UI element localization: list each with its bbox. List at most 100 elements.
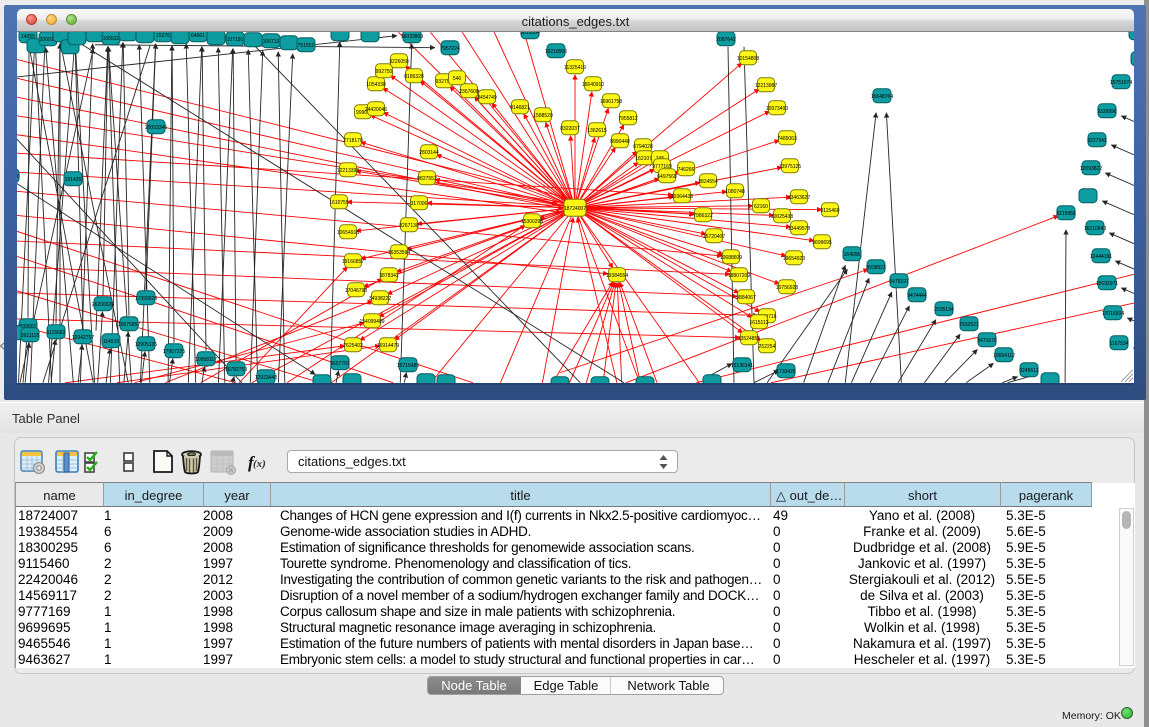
svg-text:992750: 992750 [376,69,393,75]
svg-text:1615112: 1615112 [749,320,768,326]
svg-text:34938222: 34938222 [369,296,391,302]
svg-text:1733426: 1733426 [776,369,796,375]
svg-text:7986322: 7986322 [693,213,713,219]
svg-text:64661: 64661 [191,33,205,39]
svg-text:7957224: 7957224 [440,46,460,52]
svg-text:164095: 164095 [844,252,861,258]
svg-text:18724007: 18724007 [564,206,586,212]
svg-text:(x): (x) [253,458,266,470]
svg-text:1167534: 1167534 [1109,341,1128,347]
svg-text:12213987: 12213987 [755,83,777,89]
svg-text:106713: 106713 [263,39,280,45]
svg-text:15692971: 15692971 [1096,281,1118,287]
svg-text:17016504: 17016504 [1102,311,1124,317]
svg-text:3878342: 3878342 [379,273,399,279]
svg-text:6794028: 6794028 [633,144,653,150]
svg-text:16353594: 16353594 [388,250,410,256]
svg-text:12444191: 12444191 [1090,254,1112,260]
svg-text:10025438: 10025438 [771,214,793,220]
svg-text:2718170: 2718170 [343,138,363,144]
svg-text:1115682: 1115682 [47,330,66,336]
svg-text:8990448: 8990448 [610,139,630,145]
svg-text:8322037: 8322037 [560,126,580,132]
svg-text:9827552: 9827552 [417,176,437,182]
svg-text:24420046: 24420046 [365,107,387,113]
svg-text:9699695: 9699695 [812,240,832,246]
svg-text:12093822: 12093822 [1080,166,1102,172]
svg-text:9146821: 9146821 [510,105,530,111]
svg-text:2087642: 2087642 [716,37,736,43]
svg-text:3226058: 3226058 [389,59,409,65]
svg-text:19384554: 19384554 [606,273,628,279]
svg-text:3824554: 3824554 [698,179,718,185]
svg-text:10654112: 10654112 [993,353,1015,359]
svg-text:6497568: 6497568 [657,174,677,180]
svg-text:1362615: 1362615 [587,128,607,134]
svg-text:1588520: 1588520 [533,113,553,119]
svg-text:7625402: 7625402 [343,343,363,349]
svg-text:9245612: 9245612 [1019,368,1039,374]
svg-text:9657791: 9657791 [330,361,350,367]
svg-text:252254: 252254 [759,344,776,350]
svg-text:20364436: 20364436 [671,194,693,200]
svg-text:16782759: 16782759 [225,367,247,373]
svg-text:9884067: 9884067 [736,295,756,301]
svg-text:15716485: 15716485 [397,363,419,369]
svg-text:7632621: 7632621 [959,322,979,328]
svg-text:8215958: 8215958 [1056,211,1076,217]
svg-text:13449578: 13449578 [788,226,810,232]
svg-text:15136141: 15136141 [731,363,753,369]
svg-text:2616050: 2616050 [17,174,20,180]
svg-text:8471676: 8471676 [977,338,997,344]
svg-text:317006: 317006 [411,201,428,207]
svg-text:10688609: 10688609 [720,255,742,261]
svg-text:7955812: 7955812 [618,116,638,122]
svg-text:8186328: 8186328 [404,74,424,80]
svg-text:15300295: 15300295 [521,219,543,225]
svg-text:3911115: 3911115 [21,333,40,339]
svg-text:751552: 751552 [298,43,315,49]
svg-text:107191: 107191 [227,37,244,43]
svg-text:12942757: 12942757 [72,335,94,341]
svg-text:17046798: 17046798 [345,288,367,294]
svg-text:13524855: 13524855 [738,336,760,342]
svg-text:106532: 106532 [103,36,120,42]
svg-text:10756928: 10756928 [776,285,798,291]
svg-text:16033809: 16033809 [401,34,423,40]
svg-text:8813054: 8813054 [520,32,540,36]
svg-text:16210643: 16210643 [1084,226,1106,232]
svg-text:8454749: 8454749 [477,95,497,101]
svg-text:10654918: 10654918 [337,230,359,236]
svg-text:15276: 15276 [156,33,170,39]
svg-text:11325419: 11325419 [564,65,586,71]
svg-text:7485063: 7485063 [777,136,797,142]
svg-text:12905135: 12905135 [135,342,157,348]
svg-text:15751074: 15751074 [1110,80,1132,86]
svg-text:10958117: 10958117 [195,357,217,363]
svg-text:19166857: 19166857 [342,259,364,265]
svg-text:9115460: 9115460 [820,208,839,214]
svg-text:10154808: 10154808 [737,56,759,62]
svg-text:8938923: 8938923 [866,265,886,271]
svg-text:6479197: 6479197 [889,279,909,285]
svg-text:16961758: 16961758 [600,99,622,105]
svg-text:746266: 746266 [678,167,695,173]
svg-text:10975857: 10975857 [118,322,140,328]
svg-text:12923448: 12923448 [255,375,277,381]
svg-text:17359926: 17359926 [135,296,157,302]
svg-text:9227342: 9227342 [1087,138,1107,144]
svg-text:15720407: 15720407 [703,234,725,240]
svg-text:19654923: 19654923 [783,256,805,262]
svg-text:18807209: 18807209 [728,273,750,279]
svg-text:2935134: 2935134 [934,307,954,313]
svg-text:12213393: 12213393 [337,168,359,174]
svg-text:546: 546 [453,76,462,82]
svg-text:16640910: 16640910 [582,82,604,88]
svg-text:16648764: 16648764 [871,94,893,100]
svg-text:1054338: 1054338 [366,82,386,88]
svg-text:8267130: 8267130 [399,223,419,229]
svg-text:17957225: 17957225 [163,349,185,355]
svg-text:1080748: 1080748 [725,189,745,195]
svg-text:13975125: 13975125 [779,164,801,170]
svg-text:9474444: 9474444 [907,293,927,299]
